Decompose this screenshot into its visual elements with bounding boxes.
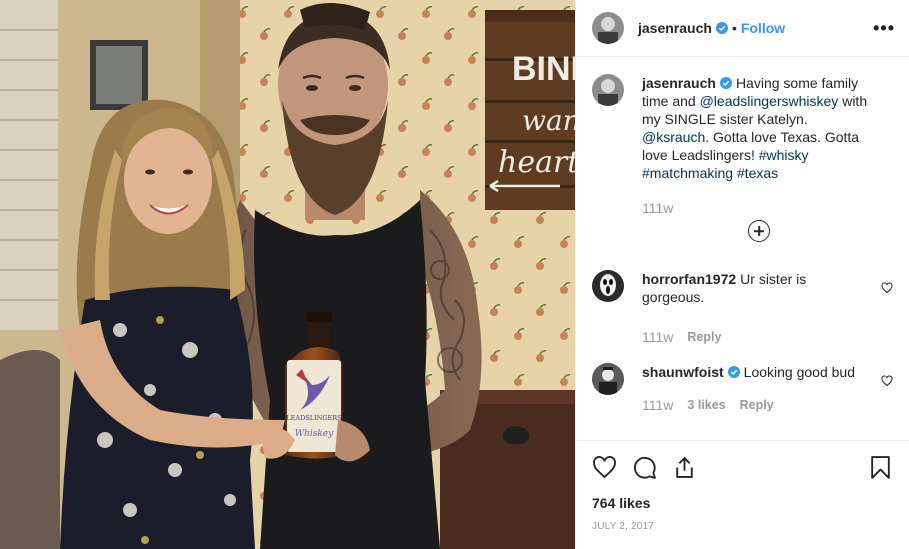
comment-meta: 111w 3 likes Reply [642,397,872,413]
post-photo[interactable]: BIND wan heart [0,0,575,549]
caption-time[interactable]: 111w [642,200,673,216]
mention-leadslingerswhiskey[interactable]: @leadslingerswhiskey [700,93,839,109]
sign-text-1: BIND [512,50,575,88]
sign-text-3: heart [498,145,575,180]
post-header: jasenrauch • Follow ••• [576,0,909,57]
comment-item: shaunwfoist Looking good bud 111w 3 likes… [592,363,895,413]
comment-time[interactable]: 111w [642,329,673,345]
comment-text: horrorfan1972 Ur sister is gorgeous. [642,270,872,306]
sign-text-2: wan [522,104,575,137]
mention-ksrauch[interactable]: @ksrauch [642,129,705,145]
follow-button[interactable]: Follow [741,20,785,36]
author-avatar[interactable] [592,12,624,44]
bottle-sub-text: Whiskey [295,429,334,439]
hashtag-matchmaking[interactable]: #matchmaking [642,165,733,181]
verified-badge-icon [715,22,728,34]
likes-count[interactable]: 764 likes [592,495,893,511]
more-options-icon[interactable]: ••• [873,18,895,39]
verified-badge-icon [719,77,732,89]
hashtag-texas[interactable]: #texas [737,165,778,181]
comment-likes-count[interactable]: 3 likes [687,398,725,412]
comment-time[interactable]: 111w [642,397,673,413]
instagram-post: BIND wan heart [0,0,909,549]
bottle-brand-text: LEADSLINGERS [286,414,341,422]
post-actions: 764 likes JULY 2, 2017 [576,440,909,532]
post-date[interactable]: JULY 2, 2017 [592,521,893,532]
hashtag-whisky[interactable]: #whisky [759,147,809,163]
verified-badge-icon [727,366,740,378]
commenter-avatar[interactable] [592,270,624,302]
reply-button[interactable]: Reply [740,398,774,412]
header-separator: • [731,20,737,36]
reply-button[interactable]: Reply [687,330,721,344]
heart-icon[interactable] [592,455,617,480]
comments-list: jasenrauch Having some family time and @l… [592,74,895,413]
comment-item: horrorfan1972 Ur sister is gorgeous. 111w… [592,270,895,345]
action-icons [592,453,893,481]
comment-meta: 111w Reply [642,329,872,345]
author-username[interactable]: jasenrauch [638,20,712,36]
caption-username[interactable]: jasenrauch [642,75,716,91]
author-avatar-small[interactable] [592,74,624,106]
share-icon[interactable] [672,455,697,480]
comment-like-icon[interactable] [881,282,893,294]
caption-text: jasenrauch Having some family time and @l… [642,74,872,182]
comment-icon[interactable] [632,455,657,480]
caption: jasenrauch Having some family time and @l… [592,74,895,216]
comment-body: Looking good bud [743,364,855,380]
commenter-avatar[interactable] [592,363,624,395]
bookmark-icon[interactable] [868,455,893,480]
load-more-icon[interactable] [748,220,770,242]
post-side-panel: jasenrauch • Follow ••• jasenrauch Having… [575,0,909,549]
comment-like-icon[interactable] [881,375,893,387]
commenter-username[interactable]: horrorfan1972 [642,271,736,287]
caption-meta: 111w [642,200,872,216]
comment-text: shaunwfoist Looking good bud [642,363,872,381]
commenter-username[interactable]: shaunwfoist [642,364,724,380]
